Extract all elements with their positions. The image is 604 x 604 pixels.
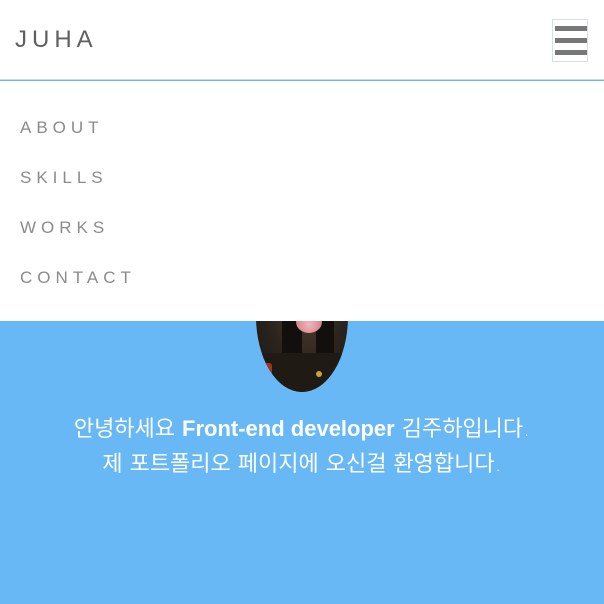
- profile-photo-accent-dot: [316, 371, 322, 377]
- profile-photo-accent: [262, 363, 272, 379]
- profile-photo-clothing: [262, 353, 342, 392]
- menu-bar-bottom: [555, 50, 587, 55]
- menu-bar-top: [555, 26, 587, 31]
- brand-logo[interactable]: JUHA: [15, 26, 98, 54]
- greeting-line2: 제 포트폴리오 페이지에 오신걸 환영합니다.: [102, 452, 502, 477]
- greeting-prefix: 안녕하세요: [73, 417, 183, 442]
- greeting-suffix: 김주하입니다.: [394, 417, 531, 442]
- menu-bar-middle: [555, 38, 587, 43]
- nav-item-skills[interactable]: SKILLS: [20, 168, 108, 188]
- nav-item-about[interactable]: ABOUT: [20, 118, 104, 138]
- nav-item-contact[interactable]: CONTACT: [20, 268, 136, 288]
- greeting-text: 안녕하세요 Front-end developer 김주하입니다. 제 포트폴리…: [0, 411, 604, 482]
- nav-menu: ABOUT SKILLS WORKS CONTACT: [0, 81, 604, 321]
- site-header: JUHA: [0, 0, 604, 80]
- hamburger-menu-icon[interactable]: [552, 19, 588, 62]
- nav-item-works[interactable]: WORKS: [20, 218, 109, 238]
- greeting-role: Front-end developer: [182, 416, 395, 441]
